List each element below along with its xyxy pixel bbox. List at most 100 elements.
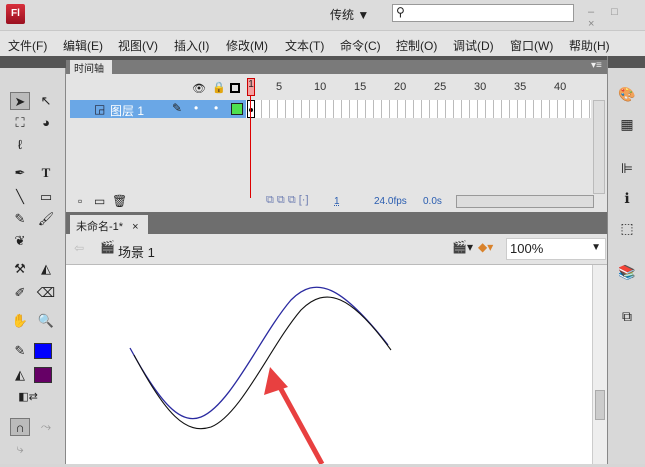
- current-frame[interactable]: 1: [334, 196, 340, 207]
- workspace-switcher[interactable]: 传统 ▼: [330, 6, 369, 23]
- lock-icon[interactable]: 🔒: [212, 81, 226, 94]
- fill-color-bucket-icon: ◭: [15, 367, 25, 382]
- onion-skin-icons[interactable]: ⧉ ⧉ ⧉ [·]: [266, 194, 309, 207]
- frame-number: 30: [474, 81, 487, 93]
- text-tool-icon[interactable]: T: [36, 164, 56, 182]
- layer-row[interactable]: ◲ 图层 1 ✎ • •: [70, 100, 246, 118]
- blue-curve[interactable]: [129, 286, 389, 420]
- frame-rate[interactable]: 24.0fps: [374, 196, 407, 207]
- eyedropper-tool-icon[interactable]: ✐: [10, 284, 30, 302]
- window-controls[interactable]: – □ ×: [588, 6, 645, 30]
- search-input[interactable]: ⚲: [392, 4, 574, 22]
- document-tab-bar: 未命名-1* ×: [66, 212, 607, 234]
- lock-dot[interactable]: •: [214, 101, 218, 115]
- show-hide-eye-icon[interactable]: 👁: [192, 82, 206, 95]
- zoom-tool-icon[interactable]: 🔍: [36, 312, 56, 330]
- panel-header: [608, 56, 645, 68]
- panel-menu-icon[interactable]: ▾≡: [591, 60, 602, 71]
- zoom-value: 100%: [510, 241, 544, 256]
- menu-file[interactable]: 文件(F): [8, 37, 47, 54]
- brush-tool-icon[interactable]: 🖌: [36, 210, 56, 228]
- free-transform-tool-icon[interactable]: ⛶: [10, 114, 30, 132]
- edit-bar: ⇦ 🎬 场景 1 🎬▾ ◆▾ 100% ▼: [66, 234, 607, 265]
- color-panel-icon[interactable]: 🎨: [618, 86, 636, 102]
- document-tab-label: 未命名-1*: [76, 221, 124, 233]
- stroke-color-swatch[interactable]: [34, 343, 52, 359]
- new-layer-icon[interactable]: ▫: [78, 194, 82, 208]
- new-folder-icon[interactable]: ▭: [94, 194, 105, 208]
- document-tab[interactable]: 未命名-1* ×: [70, 215, 148, 234]
- tools-panel: ➤ ↖ ⛶ ◕ ℓ ✒ T ╲ ▭ ✎ 🖌 ❦ ⚒ ◭ ✐ ⌫ ✋ 🔍 ✎ ◭ …: [0, 56, 66, 464]
- stage-canvas[interactable]: [66, 265, 592, 466]
- info-panel-icon[interactable]: ℹ: [618, 190, 636, 206]
- timeline-panel: 时间轴 ▾≡ 👁 🔒 5 10 15 20 25 30 35 40 ◲ 图层 1…: [66, 60, 607, 212]
- arrow-shaft: [273, 378, 325, 466]
- fill-color-swatch[interactable]: [34, 367, 52, 383]
- deco-tool-icon[interactable]: ❦: [10, 232, 30, 250]
- playhead[interactable]: 1: [247, 78, 255, 96]
- menu-view[interactable]: 视图(V): [118, 37, 158, 54]
- selection-tool-icon[interactable]: ➤: [10, 92, 30, 110]
- frame-ruler[interactable]: 5 10 15 20 25 30 35 40: [246, 78, 596, 98]
- layer-outline-color[interactable]: [231, 103, 243, 115]
- back-arrow-icon[interactable]: ⇦: [74, 241, 84, 255]
- right-panel-dock: 🎨 ▦ ⊫ ℹ ⬚ 📚 ⧉: [607, 56, 645, 464]
- close-tab-icon[interactable]: ×: [132, 221, 138, 233]
- delete-layer-icon[interactable]: 🗑: [112, 194, 127, 208]
- scene-name[interactable]: 场景 1: [118, 242, 155, 261]
- lasso-tool-icon[interactable]: ℓ: [10, 136, 30, 154]
- stage-vscroll[interactable]: [592, 265, 607, 464]
- timeline-hscroll[interactable]: [456, 195, 594, 208]
- outline-icon[interactable]: [230, 83, 240, 93]
- layer-name[interactable]: 图层 1: [110, 102, 144, 119]
- transform-panel-icon[interactable]: ⬚: [618, 220, 636, 236]
- menu-control[interactable]: 控制(O): [396, 37, 437, 54]
- menu-window[interactable]: 窗口(W): [510, 37, 553, 54]
- menu-modify[interactable]: 修改(M): [226, 37, 268, 54]
- timeline-tab-bar: [66, 60, 607, 74]
- bone-tool-icon[interactable]: ⚒: [10, 260, 30, 278]
- timeline-vscroll[interactable]: [593, 100, 605, 194]
- snap-to-objects-icon[interactable]: ∩: [10, 418, 30, 436]
- pen-tool-icon[interactable]: ✒: [10, 164, 30, 182]
- line-tool-icon[interactable]: ╲: [10, 188, 30, 206]
- library-panel-icon[interactable]: 📚: [618, 264, 636, 280]
- 3d-rotation-tool-icon[interactable]: ◕: [36, 114, 56, 132]
- flash-logo: Fl: [6, 4, 25, 24]
- edit-scene-icon[interactable]: 🎬▾: [452, 240, 473, 254]
- zoom-select[interactable]: 100% ▼: [506, 238, 606, 260]
- menu-help[interactable]: 帮助(H): [569, 37, 610, 54]
- menu-debug[interactable]: 调试(D): [453, 37, 494, 54]
- timeline-tab[interactable]: 时间轴: [70, 60, 112, 75]
- paint-bucket-tool-icon[interactable]: ◭: [36, 260, 56, 278]
- keyframe[interactable]: [247, 100, 255, 118]
- scroll-thumb[interactable]: [595, 390, 605, 420]
- frame-row[interactable]: [246, 100, 591, 118]
- frame-number: 10: [314, 81, 327, 93]
- visibility-dot[interactable]: •: [194, 101, 198, 115]
- menu-text[interactable]: 文本(T): [285, 37, 324, 54]
- subselection-tool-icon[interactable]: ↖: [36, 92, 56, 110]
- components-panel-icon[interactable]: ⧉: [618, 308, 636, 324]
- title-bar: Fl 传统 ▼ ⚲ – □ ×: [0, 0, 645, 30]
- menu-commands[interactable]: 命令(C): [340, 37, 381, 54]
- frame-number: 15: [354, 81, 367, 93]
- align-panel-icon[interactable]: ⊫: [618, 160, 636, 176]
- eraser-tool-icon[interactable]: ⌫: [36, 284, 56, 302]
- straighten-icon[interactable]: ⤷: [10, 440, 30, 458]
- frame-number: 35: [514, 81, 527, 93]
- pencil-tool-icon[interactable]: ✎: [10, 210, 30, 228]
- swatches-panel-icon[interactable]: ▦: [618, 116, 636, 132]
- edit-symbols-icon[interactable]: ◆▾: [478, 240, 493, 254]
- rectangle-tool-icon[interactable]: ▭: [36, 188, 56, 206]
- swap-colors-icon[interactable]: ◧⇄: [18, 388, 38, 406]
- layer-icon: ◲: [94, 102, 106, 116]
- elapsed-time[interactable]: 0.0s: [423, 196, 442, 207]
- menu-insert[interactable]: 插入(I): [174, 37, 209, 54]
- hand-tool-icon[interactable]: ✋: [10, 312, 30, 330]
- menu-edit[interactable]: 编辑(E): [63, 37, 103, 54]
- menu-bar: 文件(F) 编辑(E) 视图(V) 插入(I) 修改(M) 文本(T) 命令(C…: [0, 30, 645, 56]
- panel-header: [0, 56, 66, 68]
- playhead-line: [250, 96, 251, 198]
- smooth-icon[interactable]: ⤳: [36, 418, 56, 436]
